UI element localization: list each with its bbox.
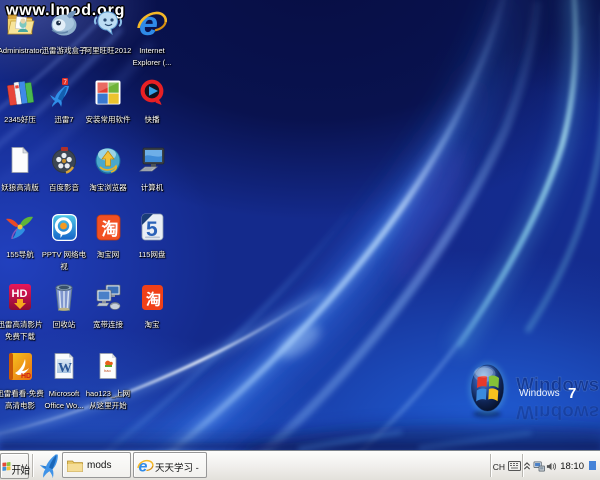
svg-text:W: W [58, 361, 72, 376]
svg-text:淘: 淘 [102, 219, 119, 239]
svg-text:Windows: Windows [519, 388, 560, 399]
svg-text:淘: 淘 [145, 291, 161, 309]
svg-text:HD: HD [21, 373, 31, 380]
svg-text:7: 7 [568, 385, 576, 402]
svg-text:HD: HD [12, 288, 28, 300]
svg-text:Windows 7: Windows 7 [516, 401, 600, 422]
svg-text:hao: hao [104, 368, 111, 373]
